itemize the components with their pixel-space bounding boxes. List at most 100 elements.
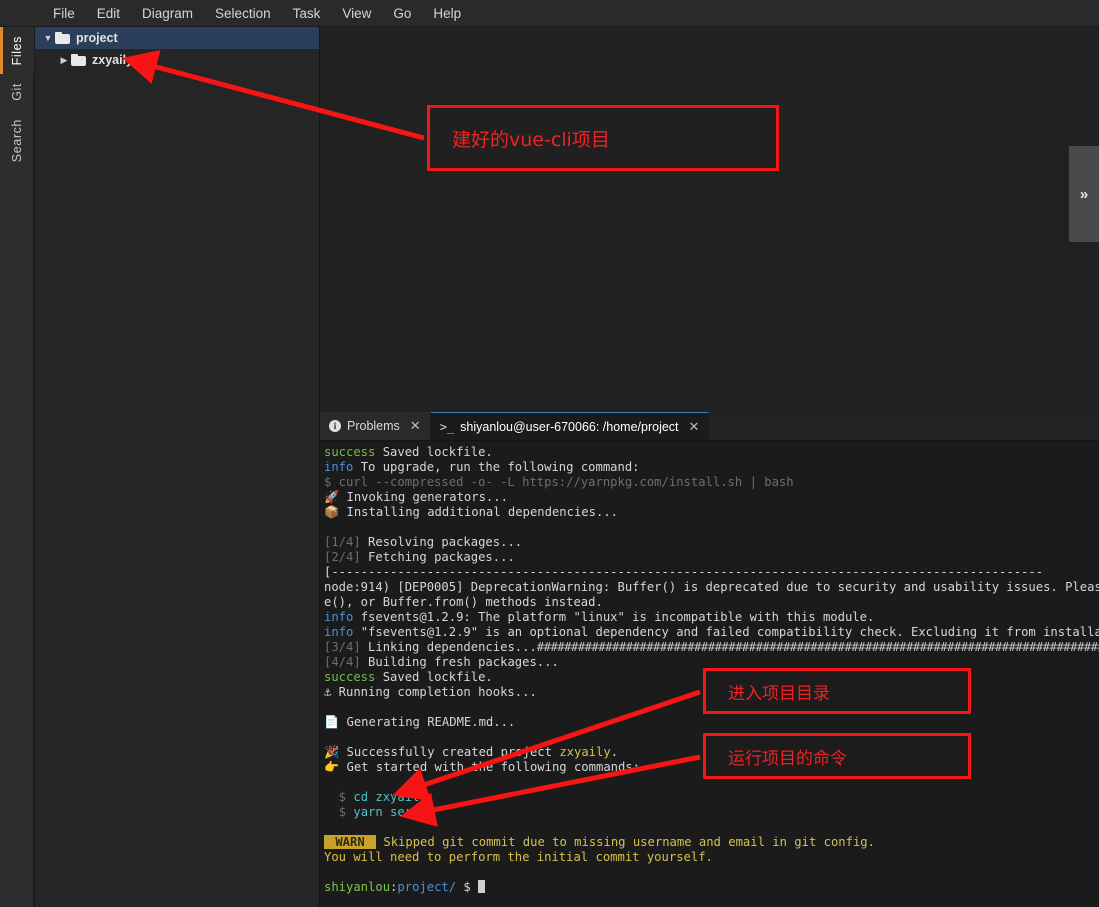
ide-window: File Edit Diagram Selection Task View Go Help F…	[0, 0, 1099, 907]
terminal-text: info	[324, 625, 354, 639]
info-icon: i	[329, 420, 341, 432]
activity-rail: Files Git Search	[0, 27, 34, 907]
rail-tab-git[interactable]: Git	[0, 74, 34, 110]
terminal-text: success	[324, 445, 376, 459]
terminal-text: $ curl --compressed -o- -L https://yarnp…	[324, 475, 794, 489]
terminal-text: [1/4]	[324, 535, 369, 549]
terminal-line: success Saved lockfile.	[324, 445, 1099, 460]
terminal-text: Building fresh packages...	[368, 655, 559, 669]
menu-item-help[interactable]: Help	[422, 3, 472, 24]
menu-item-view[interactable]: View	[331, 3, 382, 24]
terminal-text: 👉 Get started with the following command…	[324, 760, 641, 774]
terminal-tab-label: shiyanlou@user-670066: /home/project	[460, 419, 679, 434]
menu-bar: File Edit Diagram Selection Task View Go Help	[0, 0, 1099, 27]
menu-item-diagram[interactable]: Diagram	[131, 3, 204, 24]
terminal-text: $	[456, 880, 479, 894]
tree-row-label: zxyaily	[92, 53, 134, 67]
terminal-line: $ cd zxyaily	[324, 790, 1099, 805]
menu-item-file[interactable]: File	[42, 3, 86, 24]
terminal-panel: i Problems ✕ >_ shiyanlou@user-670066: /home…	[320, 412, 1099, 907]
terminal-text: 📄 Generating README.md...	[324, 715, 516, 729]
terminal-text: zxyaily	[559, 745, 611, 759]
terminal-tab-shell[interactable]: >_ shiyanlou@user-670066: /home/project ✕	[430, 412, 710, 440]
terminal-text: WARN	[324, 835, 377, 849]
annotation-text: 运行项目的命令	[728, 748, 847, 769]
rail-tab-files[interactable]: Files	[0, 27, 34, 75]
annotation-text: 建好的vue-cli项目	[452, 128, 610, 151]
terminal-line: [---------------------------------------…	[324, 565, 1099, 580]
tree-row-zxyaily[interactable]: ▶ zxyaily	[35, 49, 319, 71]
terminal-text: cd zxyaily	[353, 790, 427, 804]
terminal-text: $	[324, 805, 354, 819]
right-panel-expand-button[interactable]: »	[1069, 146, 1099, 242]
terminal-line: [3/4] Linking dependencies...###########…	[324, 640, 1099, 655]
terminal-text: e(), or Buffer.from() methods instead.	[324, 595, 603, 609]
terminal-text: node:914) [DEP0005] DeprecationWarning: …	[324, 580, 1099, 594]
rail-tab-label: Search	[10, 119, 24, 163]
terminal-text: [2/4]	[324, 550, 369, 564]
terminal-line: shiyanlou:project/ $	[324, 880, 1099, 895]
terminal-text: 🚀 Invoking generators...	[324, 490, 508, 504]
terminal-text: project/	[397, 880, 457, 894]
terminal-line: 📄 Generating README.md...	[324, 715, 1099, 730]
close-icon[interactable]: ✕	[410, 418, 421, 434]
terminal-prompt-icon: >_	[439, 419, 455, 434]
editor-area[interactable]	[320, 27, 1099, 412]
terminal-line: 📦 Installing additional dependencies...	[324, 505, 1099, 520]
annotation-text: 进入项目目录	[728, 683, 830, 704]
menu-item-selection[interactable]: Selection	[204, 3, 282, 24]
tree-row-project[interactable]: ▼ project	[35, 27, 319, 49]
menu-item-edit[interactable]: Edit	[86, 3, 131, 24]
terminal-text: 📦 Installing additional dependencies...	[324, 505, 618, 519]
terminal-text: Saved lockfile.	[375, 670, 493, 684]
menu-item-go[interactable]: Go	[382, 3, 422, 24]
tree-row-label: project	[76, 31, 118, 45]
annotation-box-cd: 进入项目目录	[703, 668, 971, 714]
file-explorer-panel: ▼ project ▶ zxyaily	[35, 27, 320, 907]
terminal-text: ⚓ Running completion hooks...	[324, 685, 537, 699]
chevron-double-right-icon: »	[1079, 185, 1089, 203]
terminal-text: .	[610, 745, 619, 759]
terminal-text: shiyanlou	[324, 880, 391, 894]
terminal-text: [4/4]	[324, 655, 369, 669]
terminal-text: Linking dependencies...	[368, 640, 537, 654]
terminal-text: $	[324, 790, 354, 804]
terminal-tab-problems[interactable]: i Problems ✕	[320, 412, 431, 440]
terminal-text: Saved lockfile.	[375, 445, 493, 459]
terminal-text: [3/4]	[324, 640, 369, 654]
terminal-text: 🎉 Successfully created project	[324, 745, 560, 759]
terminal-line: info "fsevents@1.2.9" is an optional dep…	[324, 625, 1099, 640]
rail-tab-search[interactable]: Search	[0, 110, 34, 171]
terminal-line: WARN Skipped git commit due to missing u…	[324, 835, 1099, 850]
terminal-text: Resolving packages...	[368, 535, 523, 549]
terminal-text: info	[324, 460, 354, 474]
folder-icon	[55, 31, 70, 44]
terminal-text: fsevents@1.2.9: The platform "linux" is …	[353, 610, 875, 624]
terminal-text: You will need to perform the initial com…	[324, 850, 713, 864]
terminal-line: 🚀 Invoking generators...	[324, 490, 1099, 505]
terminal-cursor	[478, 880, 486, 893]
terminal-text: info	[324, 610, 354, 624]
chevron-down-icon[interactable]: ▼	[41, 33, 55, 43]
terminal-text: Skipped git commit due to missing userna…	[376, 835, 875, 849]
terminal-line: node:914) [DEP0005] DeprecationWarning: …	[324, 580, 1099, 595]
rail-tab-label: Git	[10, 83, 24, 102]
terminal-line: You will need to perform the initial com…	[324, 850, 1099, 865]
annotation-box-vuecli: 建好的vue-cli项目	[427, 105, 779, 171]
terminal-line: info fsevents@1.2.9: The platform "linux…	[324, 610, 1099, 625]
terminal-line: $ curl --compressed -o- -L https://yarnp…	[324, 475, 1099, 490]
terminal-line: $ yarn serve	[324, 805, 1099, 820]
terminal-tab-label: Problems	[347, 419, 400, 433]
folder-icon	[71, 53, 86, 66]
terminal-text: ########################################…	[536, 640, 1099, 654]
terminal-text: success	[324, 670, 376, 684]
terminal-text: To upgrade, run the following command:	[353, 460, 640, 474]
chevron-right-icon[interactable]: ▶	[57, 55, 71, 65]
rail-tab-label: Files	[10, 36, 24, 66]
close-icon[interactable]: ✕	[689, 419, 700, 435]
menu-item-task[interactable]: Task	[282, 3, 332, 24]
terminal-tab-bar: i Problems ✕ >_ shiyanlou@user-670066: /home…	[320, 412, 1099, 441]
